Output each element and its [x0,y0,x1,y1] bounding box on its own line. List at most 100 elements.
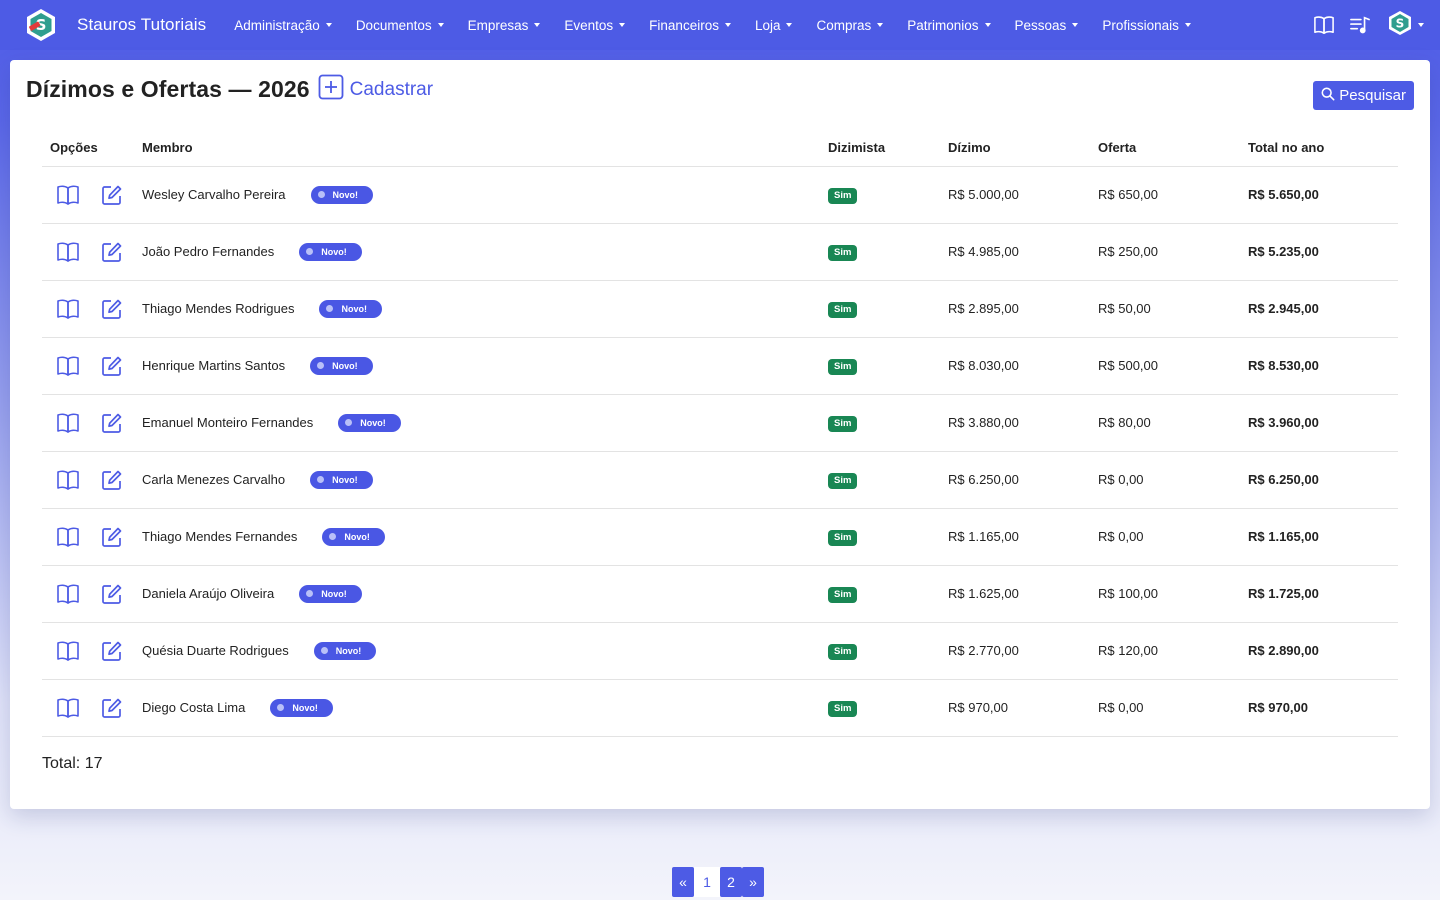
options-cell [42,166,142,224]
tithe-cell: R$ 1.625,00 [948,565,1098,623]
menu-label: Profissionais [1102,17,1179,33]
tither-cell: Sim [828,508,948,566]
new-badge: Novo! [310,470,373,489]
offering-cell: R$ 50,00 [1098,280,1248,338]
dot-icon [277,704,285,711]
total-cell: R$ 8.530,00 [1248,337,1398,395]
user-logo-icon: S [1387,10,1413,41]
new-badge: Novo! [313,641,377,660]
pagination-page-2[interactable]: 2 [720,867,742,897]
pagination-page-1[interactable]: 1 [694,867,720,897]
new-badge-label: Novo! [292,702,318,713]
menu-eventos[interactable]: Eventos [564,18,626,33]
edit-icon[interactable] [100,696,124,720]
menu-compras[interactable]: Compras [816,17,884,33]
pagination-next[interactable]: » [742,867,764,897]
dot-icon [320,647,328,654]
menu-loja[interactable]: Loja [755,18,793,33]
table-row: Emanuel Monteiro Fernandes Novo! Sim R$ 3.8… [42,394,1398,452]
caret-down-icon [1184,23,1191,27]
member-cell: Diego Costa Lima Novo! [142,679,828,737]
member-name: Daniela Araújo Oliveira [142,586,275,601]
brand[interactable]: S Stauros Tutoriais [24,8,206,42]
header-total: Total no ano [1248,130,1398,167]
main-card: Dízimos e Ofertas — 2026 Cadastrar Pesqu… [10,60,1430,809]
view-book-icon[interactable] [56,582,80,606]
tithe-cell: R$ 4.985,00 [948,223,1098,281]
view-book-icon[interactable] [56,696,80,720]
total-cell: R$ 5.235,00 [1248,223,1398,281]
caret-down-icon [877,23,884,27]
menu-patrimonios[interactable]: Patrimonios [907,18,991,33]
tither-badge: Sim [828,301,858,318]
caret-down-icon [534,23,541,27]
tither-badge: Sim [828,415,858,432]
table-row: Daniela Araújo Oliveira Novo! Sim R$ 1.625,… [42,565,1398,623]
pagination-prev[interactable]: « [672,867,694,897]
view-book-icon[interactable] [56,525,80,549]
options-cell [42,280,142,338]
edit-icon[interactable] [100,183,124,207]
edit-icon[interactable] [100,582,124,606]
edit-icon[interactable] [100,411,124,435]
member-name: Thiago Mendes Fernandes [142,529,298,544]
menu-label: Compras [816,17,872,33]
view-book-icon[interactable] [56,354,80,378]
tither-cell: Sim [828,679,948,737]
options-cell [42,679,142,737]
table-row: Thiago Mendes Fernandes Novo! Sim R$ 1.165,… [42,508,1398,566]
menu-profissionais[interactable]: Profissionais [1102,18,1191,33]
options-cell [42,337,142,395]
view-book-icon[interactable] [56,411,80,435]
menu-administracao[interactable]: Administração [234,18,332,33]
edit-icon[interactable] [100,639,124,663]
menu-documentos[interactable]: Documentos [356,18,444,33]
tithe-cell: R$ 2.895,00 [948,280,1098,338]
member-name: Henrique Martins Santos [142,358,286,373]
playlist-icon[interactable] [1349,14,1371,36]
tithe-cell: R$ 3.880,00 [948,394,1098,452]
tither-cell: Sim [828,166,948,224]
tithe-cell: R$ 8.030,00 [948,337,1098,395]
table-row: Diego Costa Lima Novo! Sim R$ 970,00 R$ 0,00… [42,679,1398,737]
menu-empresas[interactable]: Empresas [468,18,541,33]
edit-icon[interactable] [100,240,124,264]
member-cell: Emanuel Monteiro Fernandes Novo! [142,394,828,452]
tithes-table: Opções Membro Dizimista Dízimo Oferta To… [42,130,1398,737]
dot-icon [329,533,337,540]
menu-label: Loja [754,17,781,33]
tithe-cell: R$ 6.250,00 [948,451,1098,509]
caret-down-icon [786,23,793,27]
book-icon[interactable] [1313,14,1335,36]
search-button[interactable]: Pesquisar [1313,81,1414,110]
edit-icon[interactable] [100,468,124,492]
edit-icon[interactable] [100,525,124,549]
new-badge-label: Novo! [332,189,359,200]
view-book-icon[interactable] [56,297,80,321]
menu-financeiros[interactable]: Financeiros [649,18,731,33]
new-badge-label: Novo! [321,246,347,257]
add-button-label: Cadastrar [349,78,434,100]
view-book-icon[interactable] [56,468,80,492]
offering-cell: R$ 100,00 [1098,565,1248,623]
dot-icon [345,419,353,426]
edit-icon[interactable] [100,354,124,378]
total-count: Total: 17 [42,755,103,772]
member-name: Wesley Carvalho Pereira [142,187,286,202]
tithes-table-wrap: Opções Membro Dizimista Dízimo Oferta To… [42,130,1398,737]
user-menu[interactable]: S [1387,10,1424,41]
svg-text:S: S [1396,16,1405,30]
view-book-icon[interactable] [56,240,80,264]
view-book-icon[interactable] [56,183,80,207]
new-badge-label: Novo! [360,417,386,428]
edit-icon[interactable] [100,297,124,321]
page-title: Dízimos e Ofertas — 2026 [26,76,310,102]
member-name: João Pedro Fernandes [142,244,275,259]
view-book-icon[interactable] [56,639,80,663]
offering-cell: R$ 650,00 [1098,166,1248,224]
menu-pessoas[interactable]: Pessoas [1015,18,1079,33]
add-button[interactable]: Cadastrar [318,74,433,105]
member-cell: Daniela Araújo Oliveira Novo! [142,565,828,623]
tither-badge: Sim [828,472,858,489]
search-button-label: Pesquisar [1339,87,1406,104]
